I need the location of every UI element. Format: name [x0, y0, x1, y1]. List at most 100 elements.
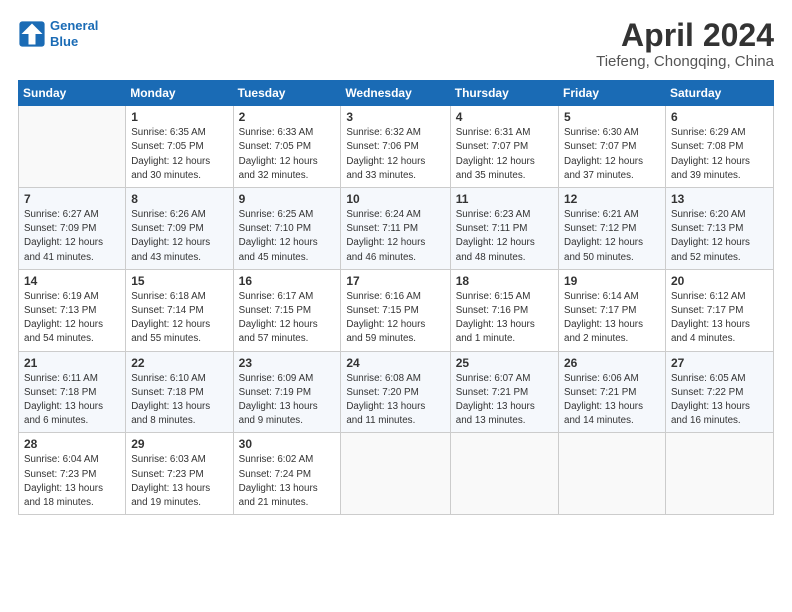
day-number: 28	[24, 437, 120, 451]
day-number: 7	[24, 192, 120, 206]
day-number: 6	[671, 110, 768, 124]
subtitle: Tiefeng, Chongqing, China	[596, 53, 774, 70]
day-number: 5	[564, 110, 660, 124]
day-number: 14	[24, 274, 120, 288]
calendar-week-2: 7Sunrise: 6:27 AM Sunset: 7:09 PM Daylig…	[19, 188, 774, 270]
day-number: 2	[239, 110, 336, 124]
day-number: 4	[456, 110, 553, 124]
calendar-cell: 10 Sunrise: 6:24 AM Sunset: 7:11 PM Dayli…	[341, 188, 450, 270]
main-title: April 2024	[596, 18, 774, 53]
calendar-cell: 21 Sunrise: 6:11 AM Sunset: 7:18 PM Dayli…	[19, 351, 126, 433]
day-info: Sunrise: 6:17 AM Sunset: 7:15 PM Dayligh…	[239, 290, 336, 347]
calendar-cell	[450, 433, 558, 515]
day-number: 8	[131, 192, 227, 206]
day-number: 26	[564, 356, 660, 370]
logo-text: General Blue	[50, 18, 98, 49]
calendar-cell: 6 Sunrise: 6:29 AM Sunset: 7:08 PM Daylig…	[665, 106, 773, 188]
day-number: 12	[564, 192, 660, 206]
day-info: Sunrise: 6:29 AM Sunset: 7:08 PM Dayligh…	[671, 126, 768, 183]
calendar-week-5: 28 Sunrise: 6:04 AM Sunset: 7:23 PM Dayli…	[19, 433, 774, 515]
day-info: Sunrise: 6:11 AM Sunset: 7:18 PM Dayligh…	[24, 372, 120, 429]
day-info: Sunrise: 6:33 AM Sunset: 7:05 PM Dayligh…	[239, 126, 336, 183]
logo-icon	[18, 20, 46, 48]
calendar-cell: 27 Sunrise: 6:05 AM Sunset: 7:22 PM Dayli…	[665, 351, 773, 433]
calendar-header-wednesday: Wednesday	[341, 81, 450, 106]
calendar-cell: 23 Sunrise: 6:09 AM Sunset: 7:19 PM Dayli…	[233, 351, 341, 433]
calendar-week-1: 1Sunrise: 6:35 AM Sunset: 7:05 PM Daylig…	[19, 106, 774, 188]
calendar-cell: 28 Sunrise: 6:04 AM Sunset: 7:23 PM Dayli…	[19, 433, 126, 515]
day-info: Sunrise: 6:08 AM Sunset: 7:20 PM Dayligh…	[346, 372, 444, 429]
day-number: 18	[456, 274, 553, 288]
day-info: Sunrise: 6:30 AM Sunset: 7:07 PM Dayligh…	[564, 126, 660, 183]
calendar-header-sunday: Sunday	[19, 81, 126, 106]
calendar-cell: 4 Sunrise: 6:31 AM Sunset: 7:07 PM Daylig…	[450, 106, 558, 188]
calendar-cell: 8Sunrise: 6:26 AM Sunset: 7:09 PM Daylig…	[126, 188, 233, 270]
calendar-cell: 17Sunrise: 6:16 AM Sunset: 7:15 PM Dayli…	[341, 269, 450, 351]
logo-line1: General	[50, 18, 98, 33]
day-info: Sunrise: 6:32 AM Sunset: 7:06 PM Dayligh…	[346, 126, 444, 183]
day-number: 19	[564, 274, 660, 288]
day-number: 27	[671, 356, 768, 370]
calendar-cell: 13 Sunrise: 6:20 AM Sunset: 7:13 PM Dayli…	[665, 188, 773, 270]
day-info: Sunrise: 6:21 AM Sunset: 7:12 PM Dayligh…	[564, 208, 660, 265]
day-info: Sunrise: 6:24 AM Sunset: 7:11 PM Dayligh…	[346, 208, 444, 265]
day-info: Sunrise: 6:04 AM Sunset: 7:23 PM Dayligh…	[24, 453, 120, 510]
day-number: 29	[131, 437, 227, 451]
calendar-week-3: 14 Sunrise: 6:19 AM Sunset: 7:13 PM Dayli…	[19, 269, 774, 351]
calendar-cell: 7Sunrise: 6:27 AM Sunset: 7:09 PM Daylig…	[19, 188, 126, 270]
calendar-cell: 14 Sunrise: 6:19 AM Sunset: 7:13 PM Dayli…	[19, 269, 126, 351]
calendar-header-tuesday: Tuesday	[233, 81, 341, 106]
day-number: 10	[346, 192, 444, 206]
calendar-cell: 25 Sunrise: 6:07 AM Sunset: 7:21 PM Dayli…	[450, 351, 558, 433]
day-number: 23	[239, 356, 336, 370]
day-info: Sunrise: 6:19 AM Sunset: 7:13 PM Dayligh…	[24, 290, 120, 347]
calendar-cell: 20Sunrise: 6:12 AM Sunset: 7:17 PM Dayli…	[665, 269, 773, 351]
calendar-cell: 29Sunrise: 6:03 AM Sunset: 7:23 PM Dayli…	[126, 433, 233, 515]
calendar-cell: 18 Sunrise: 6:15 AM Sunset: 7:16 PM Dayli…	[450, 269, 558, 351]
day-number: 9	[239, 192, 336, 206]
calendar-cell: 9Sunrise: 6:25 AM Sunset: 7:10 PM Daylig…	[233, 188, 341, 270]
day-info: Sunrise: 6:02 AM Sunset: 7:24 PM Dayligh…	[239, 453, 336, 510]
calendar-cell: 15 Sunrise: 6:18 AM Sunset: 7:14 PM Dayli…	[126, 269, 233, 351]
calendar-header-thursday: Thursday	[450, 81, 558, 106]
calendar-cell: 11 Sunrise: 6:23 AM Sunset: 7:11 PM Dayli…	[450, 188, 558, 270]
day-info: Sunrise: 6:18 AM Sunset: 7:14 PM Dayligh…	[131, 290, 227, 347]
calendar-cell: 2 Sunrise: 6:33 AM Sunset: 7:05 PM Daylig…	[233, 106, 341, 188]
calendar-cell: 3 Sunrise: 6:32 AM Sunset: 7:06 PM Daylig…	[341, 106, 450, 188]
day-info: Sunrise: 6:07 AM Sunset: 7:21 PM Dayligh…	[456, 372, 553, 429]
day-info: Sunrise: 6:31 AM Sunset: 7:07 PM Dayligh…	[456, 126, 553, 183]
logo: General Blue	[18, 18, 98, 49]
calendar-cell: 26 Sunrise: 6:06 AM Sunset: 7:21 PM Dayli…	[559, 351, 666, 433]
day-number: 1	[131, 110, 227, 124]
day-number: 24	[346, 356, 444, 370]
calendar-header-friday: Friday	[559, 81, 666, 106]
day-info: Sunrise: 6:12 AM Sunset: 7:17 PM Dayligh…	[671, 290, 768, 347]
title-block: April 2024 Tiefeng, Chongqing, China	[596, 18, 774, 70]
calendar-header-saturday: Saturday	[665, 81, 773, 106]
logo-line2: Blue	[50, 34, 78, 49]
calendar-cell: 1Sunrise: 6:35 AM Sunset: 7:05 PM Daylig…	[126, 106, 233, 188]
calendar-cell: 12 Sunrise: 6:21 AM Sunset: 7:12 PM Dayli…	[559, 188, 666, 270]
day-number: 13	[671, 192, 768, 206]
day-number: 22	[131, 356, 227, 370]
calendar-cell: 5 Sunrise: 6:30 AM Sunset: 7:07 PM Daylig…	[559, 106, 666, 188]
day-info: Sunrise: 6:20 AM Sunset: 7:13 PM Dayligh…	[671, 208, 768, 265]
calendar-cell	[19, 106, 126, 188]
day-info: Sunrise: 6:15 AM Sunset: 7:16 PM Dayligh…	[456, 290, 553, 347]
calendar-header-row: SundayMondayTuesdayWednesdayThursdayFrid…	[19, 81, 774, 106]
day-info: Sunrise: 6:09 AM Sunset: 7:19 PM Dayligh…	[239, 372, 336, 429]
day-number: 15	[131, 274, 227, 288]
calendar-cell: 24 Sunrise: 6:08 AM Sunset: 7:20 PM Dayli…	[341, 351, 450, 433]
calendar-cell: 19 Sunrise: 6:14 AM Sunset: 7:17 PM Dayli…	[559, 269, 666, 351]
day-number: 11	[456, 192, 553, 206]
day-info: Sunrise: 6:05 AM Sunset: 7:22 PM Dayligh…	[671, 372, 768, 429]
day-info: Sunrise: 6:14 AM Sunset: 7:17 PM Dayligh…	[564, 290, 660, 347]
day-info: Sunrise: 6:10 AM Sunset: 7:18 PM Dayligh…	[131, 372, 227, 429]
day-info: Sunrise: 6:23 AM Sunset: 7:11 PM Dayligh…	[456, 208, 553, 265]
day-info: Sunrise: 6:06 AM Sunset: 7:21 PM Dayligh…	[564, 372, 660, 429]
header: General Blue April 2024 Tiefeng, Chongqi…	[18, 18, 774, 70]
day-number: 25	[456, 356, 553, 370]
day-info: Sunrise: 6:16 AM Sunset: 7:15 PM Dayligh…	[346, 290, 444, 347]
day-number: 21	[24, 356, 120, 370]
day-number: 3	[346, 110, 444, 124]
